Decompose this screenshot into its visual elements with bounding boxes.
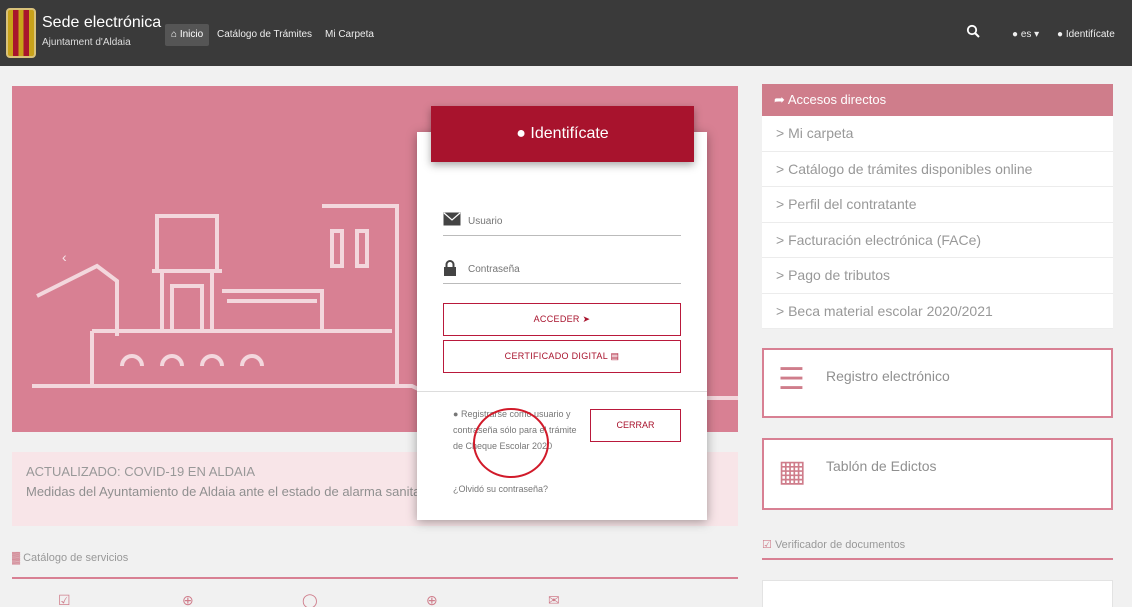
top-navbar: Sede electrónica Ajuntament d'Aldaia ⌂ I… — [0, 0, 1132, 66]
site-subtitle: Ajuntament d'Aldaia — [42, 37, 131, 48]
site-title[interactable]: Sede electrónica — [42, 14, 161, 32]
user-plus-icon: ● — [453, 409, 459, 419]
acceder-button[interactable]: ACCEDER ➤ — [443, 303, 681, 336]
forgot-password-link[interactable]: ¿Olvidó su contraseña? — [453, 484, 548, 494]
password-field[interactable] — [443, 256, 681, 284]
nav-mi-carpeta[interactable]: Mi Carpeta — [325, 24, 374, 46]
login-modal-title: Identifícate — [530, 125, 609, 142]
certificado-digital-button[interactable]: CERTIFICADO DIGITAL ▤ — [443, 340, 681, 373]
language-dropdown[interactable]: ● es ▾ — [1012, 24, 1039, 46]
lock-icon — [443, 260, 457, 279]
nav-inicio[interactable]: ⌂ Inicio — [165, 24, 210, 46]
search-icon[interactable] — [966, 24, 980, 47]
nav-inicio-label: Inicio — [179, 29, 204, 40]
id-card-icon: ▤ — [610, 351, 620, 361]
cerrar-button[interactable]: CERRAR — [590, 409, 681, 442]
annotation-circle — [473, 408, 549, 478]
usuario-field[interactable] — [443, 208, 681, 236]
acceder-label: ACCEDER — [533, 314, 580, 324]
identify-link[interactable]: ● Identifícate — [1057, 24, 1115, 46]
login-modal-header: ● Identifícate — [431, 106, 694, 162]
password-input[interactable] — [468, 258, 678, 280]
modal-divider — [417, 391, 707, 392]
chevron-down-icon: ▾ — [1034, 29, 1040, 40]
nav-catalogo-tramites[interactable]: Catálogo de Trámites — [217, 24, 312, 46]
city-logo[interactable] — [6, 8, 36, 58]
usuario-input[interactable] — [468, 210, 678, 232]
certificado-label: CERTIFICADO DIGITAL — [504, 351, 608, 361]
sign-in-icon: ➤ — [582, 314, 591, 324]
language-value: es — [1020, 29, 1032, 40]
globe-icon: ● — [1012, 29, 1019, 40]
identify-label: Identifícate — [1065, 29, 1115, 40]
home-icon: ⌂ — [171, 29, 178, 40]
envelope-icon — [443, 212, 461, 229]
user-icon: ● — [1057, 29, 1064, 40]
user-icon: ● — [516, 125, 526, 142]
